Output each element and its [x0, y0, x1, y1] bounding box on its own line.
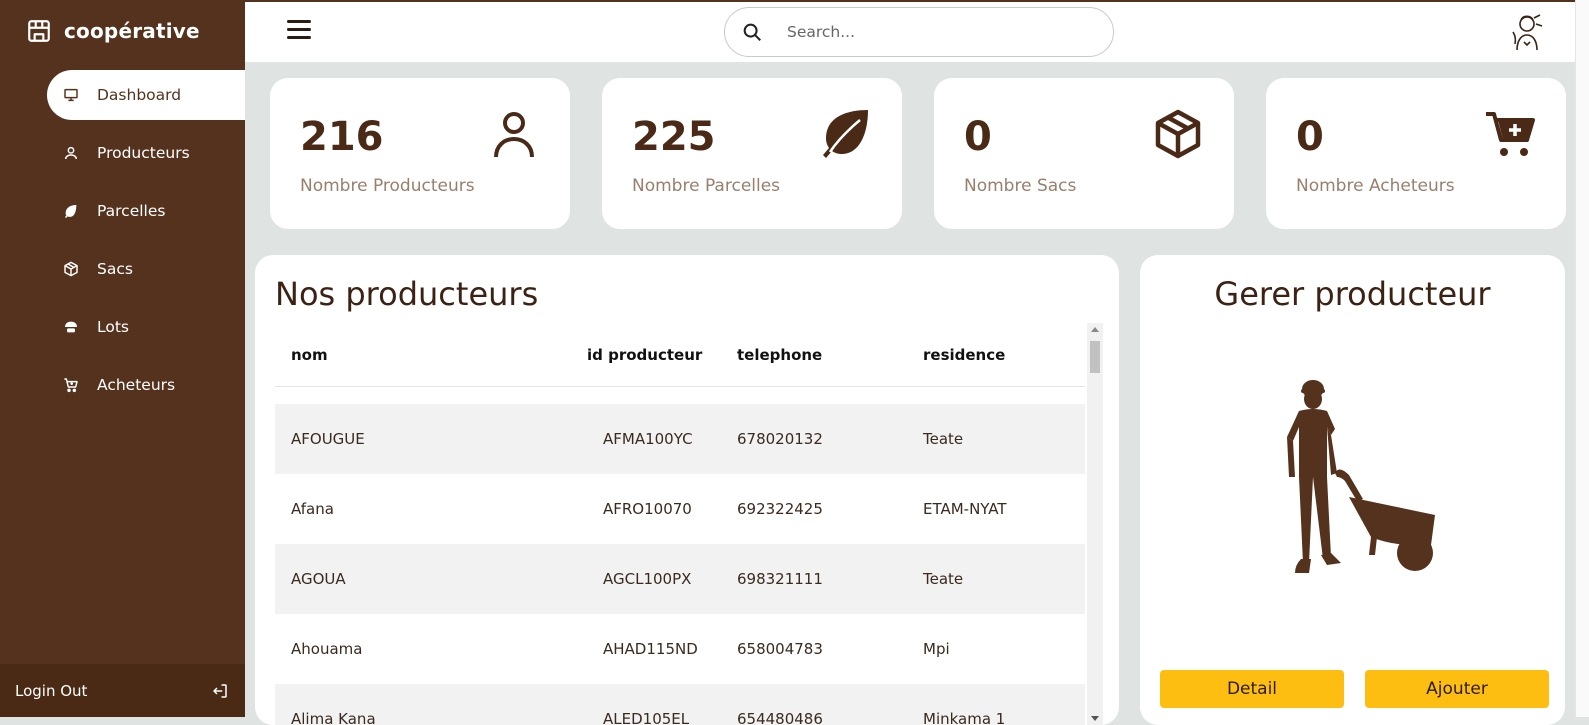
page-scrollbar[interactable]	[1575, 0, 1589, 717]
cell-id: AHAD115ND	[603, 640, 698, 658]
sidebar-item-label: Sacs	[97, 260, 133, 278]
sidebar-item-label: Acheteurs	[97, 376, 176, 394]
stat-value: 0	[1296, 114, 1324, 160]
monitor-icon	[61, 85, 81, 105]
stat-card-parcelles: 225 Nombre Parcelles	[602, 78, 902, 229]
sidebar-item-sacs[interactable]: Sacs	[47, 244, 245, 294]
cell-nom: AGOUA	[291, 570, 346, 588]
brand-name: coopérative	[64, 19, 200, 43]
table-scrollbar[interactable]	[1087, 323, 1103, 725]
cell-telephone: 692322425	[737, 500, 823, 518]
producers-panel: Nos producteurs nom id producteur teleph…	[255, 255, 1119, 725]
cell-nom: AFOUGUE	[291, 430, 365, 448]
cell-id: AFRO10070	[603, 500, 692, 518]
stat-card-producteurs: 216 Nombre Producteurs	[270, 78, 570, 229]
manage-producer-panel: Gerer producteur Detail Ajouter	[1140, 255, 1565, 725]
detail-button[interactable]: Detail	[1160, 670, 1344, 708]
scroll-thumb[interactable]	[1090, 341, 1100, 373]
logout-label: Login Out	[15, 681, 88, 700]
brand[interactable]: coopérative	[26, 18, 200, 44]
cell-residence: Teate	[923, 570, 964, 588]
cart-icon	[61, 375, 81, 395]
cell-telephone: 698321111	[737, 570, 823, 588]
cell-nom: Afana	[291, 500, 334, 518]
stat-value: 216	[300, 114, 384, 160]
search-icon	[743, 23, 761, 41]
stat-card-acheteurs: 0 Nombre Acheteurs	[1266, 78, 1566, 229]
column-header-nom[interactable]: nom	[275, 346, 587, 364]
table-header: nom id producteur telephone residence	[275, 323, 1085, 387]
sidebar-item-parcelles[interactable]: Parcelles	[47, 186, 245, 236]
sidebar-item-label: Producteurs	[97, 144, 190, 162]
cell-id: AFMA100YC	[603, 430, 693, 448]
logout-button[interactable]: Login Out	[0, 664, 245, 717]
cell-residence: ETAM-NYAT	[923, 500, 1007, 518]
scroll-up-icon[interactable]	[1091, 327, 1099, 332]
box-icon	[1155, 109, 1201, 159]
search-input[interactable]	[785, 22, 1085, 42]
cell-id: AGCL100PX	[603, 570, 692, 588]
sidebar-item-acheteurs[interactable]: Acheteurs	[47, 360, 245, 410]
sidebar-item-dashboard[interactable]: Dashboard	[47, 70, 245, 120]
avatar[interactable]	[1510, 12, 1546, 52]
add-producer-button[interactable]: Ajouter	[1365, 670, 1549, 708]
menu-icon[interactable]	[287, 20, 311, 40]
stat-value: 0	[964, 114, 992, 160]
cell-residence: Minkama 1	[923, 710, 1006, 725]
cart-plus-icon	[1486, 112, 1535, 156]
table-row[interactable]: Afana AFRO10070 692322425 ETAM-NYAT	[275, 474, 1085, 544]
cell-id: ALED105EL	[603, 710, 690, 725]
sidebar-item-label: Parcelles	[97, 202, 166, 220]
cell-telephone: 678020132	[737, 430, 823, 448]
column-header-id[interactable]: id producteur	[587, 346, 737, 364]
stat-value: 225	[632, 114, 716, 160]
worker-wheelbarrow-illustration	[1287, 380, 1435, 573]
table-row[interactable]: Alima Kana ALED105EL 654480486 Minkama 1	[275, 684, 1085, 725]
logout-icon	[213, 683, 227, 698]
sidebar-item-producteurs[interactable]: Producteurs	[47, 128, 245, 178]
stat-label: Nombre Sacs	[964, 176, 1077, 196]
box-icon	[61, 259, 81, 279]
stat-label: Nombre Producteurs	[300, 176, 475, 196]
sidebar-item-lots[interactable]: Lots	[47, 302, 245, 352]
store-icon	[28, 20, 50, 42]
stat-label: Nombre Acheteurs	[1296, 176, 1455, 196]
producers-table: nom id producteur telephone residence AF…	[275, 323, 1085, 725]
stat-label: Nombre Parcelles	[632, 176, 781, 196]
table-row[interactable]: AFOUGUE AFMA100YC 678020132 Teate	[275, 404, 1085, 474]
table-row[interactable]: Ahouama AHAD115ND 658004783 Mpi	[275, 614, 1085, 684]
cell-telephone: 654480486	[737, 710, 823, 725]
leaf-icon	[823, 110, 868, 158]
user-icon	[494, 112, 534, 158]
producers-title: Nos producteurs	[275, 275, 539, 313]
table-row[interactable]: AGOUA AGCL100PX 698321111 Teate	[275, 544, 1085, 614]
stat-card-sacs: 0 Nombre Sacs	[934, 78, 1234, 229]
sidebar-nav: Dashboard Producteurs Parcelles Sacs Lot…	[0, 70, 245, 418]
sidebar-item-label: Lots	[97, 318, 129, 336]
cell-nom: Ahouama	[291, 640, 363, 658]
cell-residence: Teate	[923, 430, 964, 448]
leaf-icon	[61, 201, 81, 221]
search-bar[interactable]	[724, 7, 1114, 57]
sidebar: coopérative Dashboard Producteurs Parcel…	[0, 0, 245, 717]
manage-title: Gerer producteur	[1214, 275, 1491, 313]
sidebar-item-label: Dashboard	[97, 86, 182, 104]
cell-nom: Alima Kana	[291, 710, 376, 725]
bowl-icon	[61, 317, 81, 337]
user-icon	[61, 143, 81, 163]
column-header-telephone[interactable]: telephone	[737, 346, 923, 364]
cell-residence: Mpi	[923, 640, 950, 658]
cell-telephone: 658004783	[737, 640, 823, 658]
column-header-residence[interactable]: residence	[923, 346, 1083, 364]
